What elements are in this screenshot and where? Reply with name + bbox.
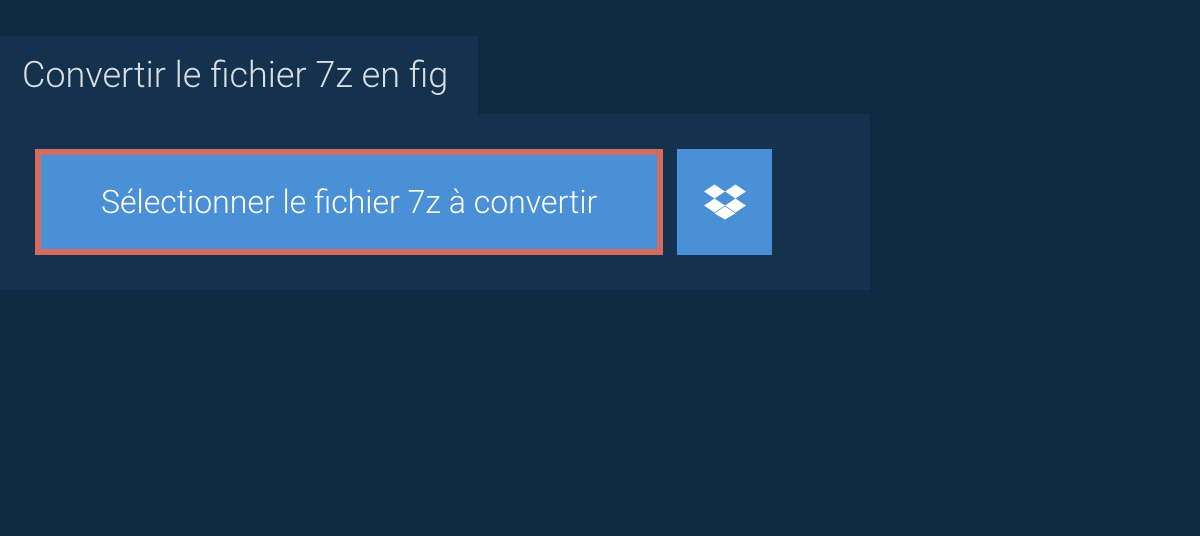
select-file-label: Sélectionner le fichier 7z à convertir — [101, 183, 597, 221]
convert-panel: Sélectionner le fichier 7z à convertir — [0, 114, 870, 290]
select-file-button[interactable]: Sélectionner le fichier 7z à convertir — [35, 149, 663, 255]
button-row: Sélectionner le fichier 7z à convertir — [35, 149, 835, 255]
tab-convert[interactable]: Convertir le fichier 7z en fig — [0, 36, 478, 114]
dropbox-button[interactable] — [677, 149, 772, 255]
dropbox-icon — [704, 181, 746, 223]
tab-title: Convertir le fichier 7z en fig — [22, 54, 448, 96]
